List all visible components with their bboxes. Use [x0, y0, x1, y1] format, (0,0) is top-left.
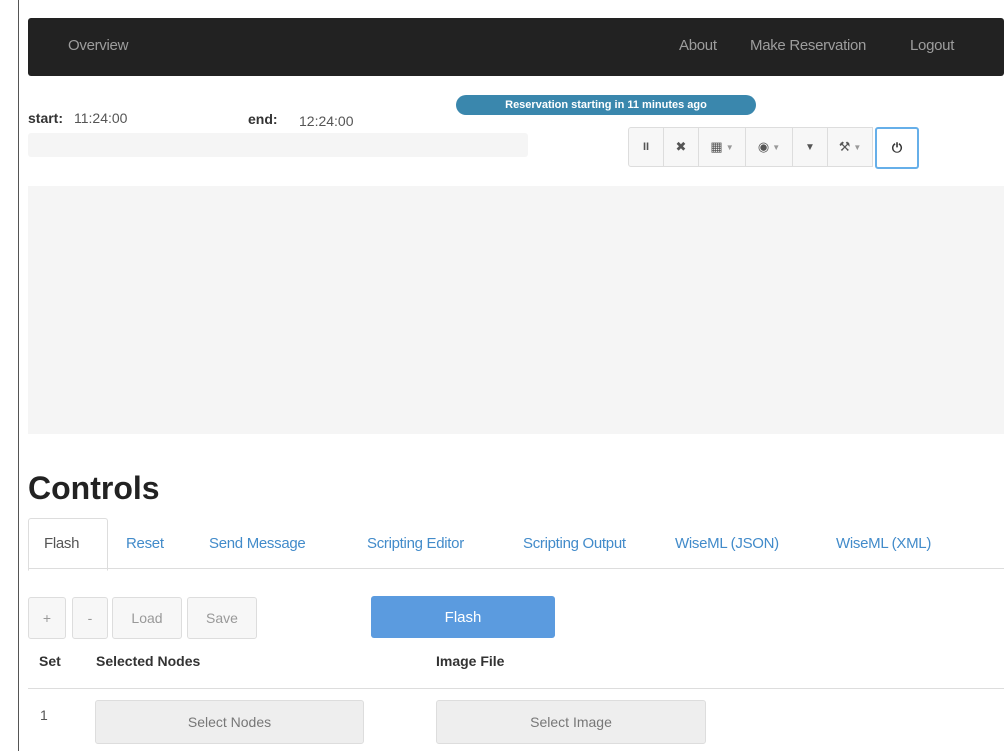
- controls-heading: Controls: [28, 470, 160, 506]
- wrench-icon: ⚒: [838, 139, 851, 154]
- power-button[interactable]: ⏻: [875, 127, 919, 169]
- filter-button[interactable]: ▼: [793, 127, 828, 167]
- select-nodes-button[interactable]: Select Nodes: [95, 700, 364, 744]
- pause-icon: II: [642, 141, 650, 153]
- start-label: start:: [28, 110, 64, 126]
- settings-dropdown-button[interactable]: ⚒ ▼: [828, 127, 873, 167]
- remove-set-button[interactable]: -: [72, 597, 108, 639]
- output-toolbar: II ✖ ▦ ▼ ◉ ▼ ▼ ⚒ ▼ ⏻: [628, 127, 919, 169]
- column-header-set: Set: [39, 653, 61, 669]
- column-header-image-file: Image File: [436, 653, 505, 669]
- tab-reset[interactable]: Reset: [126, 535, 164, 552]
- flash-button[interactable]: Flash: [371, 596, 555, 638]
- status-badge: Reservation starting in 11 minutes ago: [456, 95, 756, 115]
- tab-scripting-editor[interactable]: Scripting Editor: [367, 535, 464, 552]
- tab-scripting-output[interactable]: Scripting Output: [523, 535, 626, 552]
- start-time: 11:24:00: [74, 110, 128, 126]
- reservation-progress-bar: [28, 133, 528, 157]
- top-navbar: Overview About Make Reservation Logout: [28, 18, 1004, 76]
- output-panel: [28, 186, 1004, 434]
- save-button[interactable]: Save: [187, 597, 257, 639]
- tab-flash[interactable]: Flash: [44, 535, 79, 552]
- chevron-down-icon: ▼: [853, 142, 862, 152]
- power-icon: ⏻: [891, 140, 903, 155]
- nav-overview-link[interactable]: Overview: [68, 37, 128, 54]
- columns-dropdown-button[interactable]: ▦ ▼: [699, 127, 746, 167]
- column-header-selected-nodes: Selected Nodes: [96, 653, 201, 669]
- select-image-button[interactable]: Select Image: [436, 700, 706, 744]
- view-dropdown-button[interactable]: ◉ ▼: [746, 127, 793, 167]
- add-set-button[interactable]: +: [28, 597, 66, 639]
- tab-wiseml-xml[interactable]: WiseML (XML): [836, 535, 931, 552]
- clear-button[interactable]: ✖: [664, 127, 699, 167]
- filter-icon: ▼: [805, 141, 815, 153]
- nav-about-link[interactable]: About: [679, 37, 717, 54]
- end-label: end:: [248, 111, 278, 127]
- grid-icon: ▦: [710, 139, 723, 154]
- end-time: 12:24:00: [299, 113, 354, 129]
- chevron-down-icon: ▼: [772, 142, 781, 152]
- tab-send-message[interactable]: Send Message: [209, 535, 306, 552]
- window-frame-left: [18, 0, 19, 751]
- tab-wiseml-json[interactable]: WiseML (JSON): [675, 535, 779, 552]
- nav-make-reservation-link[interactable]: Make Reservation: [750, 37, 866, 54]
- set-number: 1: [40, 707, 48, 723]
- clear-icon: ✖: [675, 139, 687, 154]
- load-button[interactable]: Load: [112, 597, 182, 639]
- table-row-divider: [28, 688, 1004, 689]
- nav-logout-link[interactable]: Logout: [910, 37, 954, 54]
- eye-icon: ◉: [757, 139, 770, 154]
- pause-button[interactable]: II: [628, 127, 664, 167]
- tabs-divider: [28, 568, 1004, 569]
- chevron-down-icon: ▼: [725, 142, 734, 152]
